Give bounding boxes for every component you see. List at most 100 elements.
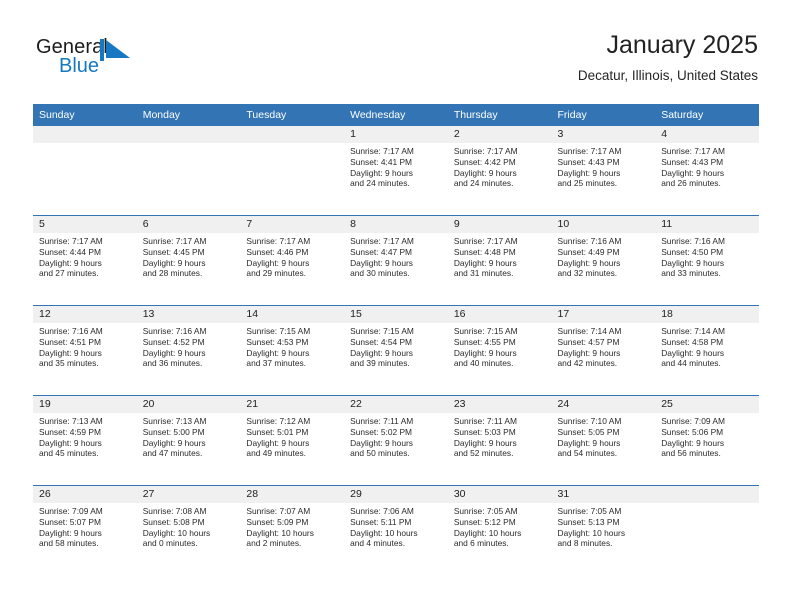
day-sun-info: Sunrise: 7:13 AM Sunset: 4:59 PM Daylight:… bbox=[33, 413, 137, 459]
calendar-day-cell[interactable]: 10 Sunrise: 7:16 AM Sunset: 4:49 PM Dayligh… bbox=[551, 215, 656, 306]
day-number bbox=[33, 126, 137, 143]
day-cell: 15 Sunrise: 7:15 AM Sunset: 4:54 PM Dayligh… bbox=[344, 306, 448, 395]
calendar-day-cell[interactable]: 30 Sunrise: 7:05 AM Sunset: 5:12 PM Dayligh… bbox=[447, 485, 552, 575]
weekday-header-thursday: Thursday bbox=[447, 104, 552, 126]
daylight-text-line1: Daylight: 9 hours bbox=[661, 167, 725, 178]
daylight-text-line2: and 42 minutes. bbox=[557, 358, 618, 369]
calendar-day-cell[interactable]: 18 Sunrise: 7:14 AM Sunset: 4:58 PM Dayligh… bbox=[655, 305, 759, 396]
day-cell-empty bbox=[136, 126, 241, 215]
calendar-day-cell[interactable] bbox=[33, 126, 137, 216]
day-number: 17 bbox=[551, 306, 656, 323]
calendar-day-cell[interactable]: 2 Sunrise: 7:17 AM Sunset: 4:42 PM Daylight… bbox=[447, 126, 552, 216]
calendar-day-cell[interactable]: 19 Sunrise: 7:13 AM Sunset: 4:59 PM Dayligh… bbox=[33, 395, 137, 486]
day-number: 30 bbox=[447, 486, 552, 503]
calendar-day-cell[interactable]: 16 Sunrise: 7:15 AM Sunset: 4:55 PM Dayligh… bbox=[447, 305, 552, 396]
daylight-text-line2: and 28 minutes. bbox=[142, 268, 203, 279]
calendar-day-cell[interactable]: 22 Sunrise: 7:11 AM Sunset: 5:02 PM Dayligh… bbox=[344, 395, 448, 486]
calendar-day-cell[interactable]: 14 Sunrise: 7:15 AM Sunset: 4:53 PM Dayligh… bbox=[240, 305, 345, 396]
day-cell: 11 Sunrise: 7:16 AM Sunset: 4:50 PM Dayligh… bbox=[655, 216, 759, 305]
calendar-day-cell[interactable]: 28 Sunrise: 7:07 AM Sunset: 5:09 PM Dayligh… bbox=[240, 485, 345, 575]
calendar-day-cell[interactable]: 27 Sunrise: 7:08 AM Sunset: 5:08 PM Dayligh… bbox=[136, 485, 241, 575]
page-subtitle: Decatur, Illinois, United States bbox=[577, 68, 758, 83]
sunrise-text: Sunrise: 7:17 AM bbox=[350, 146, 414, 156]
calendar-day-cell[interactable]: 3 Sunrise: 7:17 AM Sunset: 4:43 PM Daylight… bbox=[551, 126, 656, 216]
sunset-text: Sunset: 5:01 PM bbox=[246, 426, 309, 437]
calendar-day-cell[interactable]: 4 Sunrise: 7:17 AM Sunset: 4:43 PM Daylight… bbox=[655, 126, 759, 216]
daylight-text-line1: Daylight: 9 hours bbox=[350, 257, 413, 268]
daylight-text-line1: Daylight: 9 hours bbox=[453, 167, 517, 178]
day-sun-info: Sunrise: 7:17 AM Sunset: 4:43 PM Daylight:… bbox=[655, 143, 759, 189]
daylight-text-line2: and 45 minutes. bbox=[39, 448, 99, 459]
calendar-day-cell[interactable]: 6 Sunrise: 7:17 AM Sunset: 4:45 PM Daylight… bbox=[136, 215, 241, 306]
day-cell: 1 Sunrise: 7:17 AM Sunset: 4:41 PM Daylight… bbox=[344, 126, 448, 215]
calendar-day-cell[interactable]: 26 Sunrise: 7:09 AM Sunset: 5:07 PM Dayligh… bbox=[33, 485, 137, 575]
day-number: 29 bbox=[344, 486, 448, 503]
calendar-day-cell[interactable]: 1 Sunrise: 7:17 AM Sunset: 4:41 PM Daylight… bbox=[344, 126, 448, 216]
calendar-day-cell[interactable]: 15 Sunrise: 7:15 AM Sunset: 4:54 PM Dayligh… bbox=[344, 305, 448, 396]
day-sun-info: Sunrise: 7:08 AM Sunset: 5:08 PM Daylight:… bbox=[137, 503, 241, 549]
day-number bbox=[655, 486, 759, 503]
day-number: 15 bbox=[344, 306, 448, 323]
calendar-day-cell[interactable]: 17 Sunrise: 7:14 AM Sunset: 4:57 PM Dayligh… bbox=[551, 305, 656, 396]
daylight-text-line1: Daylight: 9 hours bbox=[142, 257, 206, 268]
day-cell: 18 Sunrise: 7:14 AM Sunset: 4:58 PM Dayligh… bbox=[655, 306, 759, 395]
calendar-day-cell[interactable]: 9 Sunrise: 7:17 AM Sunset: 4:48 PM Daylight… bbox=[447, 215, 552, 306]
calendar-day-cell[interactable]: 29 Sunrise: 7:06 AM Sunset: 5:11 PM Dayligh… bbox=[344, 485, 448, 575]
daylight-text-line2: and 49 minutes. bbox=[246, 448, 307, 459]
calendar-day-cell[interactable]: 21 Sunrise: 7:12 AM Sunset: 5:01 PM Dayligh… bbox=[240, 395, 345, 486]
sunrise-text: Sunrise: 7:16 AM bbox=[661, 236, 725, 246]
daylight-text-line2: and 24 minutes. bbox=[350, 178, 410, 189]
calendar-day-cell[interactable] bbox=[240, 126, 345, 216]
daylight-text-line2: and 0 minutes. bbox=[142, 538, 198, 549]
calendar-week-row: 12 Sunrise: 7:16 AM Sunset: 4:51 PM Dayligh… bbox=[33, 305, 759, 396]
sunset-text: Sunset: 4:57 PM bbox=[557, 336, 620, 347]
sunset-text: Sunset: 4:52 PM bbox=[142, 336, 205, 347]
day-cell: 23 Sunrise: 7:11 AM Sunset: 5:03 PM Dayligh… bbox=[447, 396, 552, 485]
day-cell: 25 Sunrise: 7:09 AM Sunset: 5:06 PM Dayligh… bbox=[655, 396, 759, 485]
calendar-day-cell[interactable]: 12 Sunrise: 7:16 AM Sunset: 4:51 PM Dayligh… bbox=[33, 305, 137, 396]
day-cell: 7 Sunrise: 7:17 AM Sunset: 4:46 PM Daylight… bbox=[240, 216, 345, 305]
sunrise-text: Sunrise: 7:15 AM bbox=[246, 326, 311, 336]
day-cell: 13 Sunrise: 7:16 AM Sunset: 4:52 PM Dayligh… bbox=[136, 306, 241, 395]
sunset-text: Sunset: 4:41 PM bbox=[350, 156, 413, 167]
calendar-day-cell[interactable]: 25 Sunrise: 7:09 AM Sunset: 5:06 PM Dayligh… bbox=[655, 395, 759, 486]
sunrise-text: Sunrise: 7:13 AM bbox=[39, 416, 103, 426]
daylight-text-line1: Daylight: 9 hours bbox=[661, 347, 725, 358]
sunset-text: Sunset: 5:03 PM bbox=[453, 426, 516, 437]
daylight-text-line2: and 6 minutes. bbox=[453, 538, 509, 549]
sunset-text: Sunset: 4:58 PM bbox=[661, 336, 724, 347]
day-sun-info: Sunrise: 7:17 AM Sunset: 4:43 PM Daylight:… bbox=[552, 143, 656, 189]
calendar-day-cell[interactable]: 24 Sunrise: 7:10 AM Sunset: 5:05 PM Dayligh… bbox=[551, 395, 656, 486]
day-cell-empty bbox=[655, 486, 759, 575]
calendar-day-cell[interactable]: 5 Sunrise: 7:17 AM Sunset: 4:44 PM Daylight… bbox=[33, 215, 137, 306]
daylight-text-line2: and 52 minutes. bbox=[453, 448, 514, 459]
sunrise-text: Sunrise: 7:17 AM bbox=[246, 236, 311, 246]
general-blue-logo[interactable]: General Blue bbox=[36, 36, 156, 82]
calendar-header-row: Sunday Monday Tuesday Wednesday Thursday… bbox=[33, 104, 759, 126]
day-sun-info: Sunrise: 7:05 AM Sunset: 5:13 PM Daylight:… bbox=[552, 503, 656, 549]
daylight-text-line2: and 27 minutes. bbox=[39, 268, 99, 279]
calendar-day-cell[interactable]: 13 Sunrise: 7:16 AM Sunset: 4:52 PM Dayligh… bbox=[136, 305, 241, 396]
day-sun-info: Sunrise: 7:17 AM Sunset: 4:42 PM Daylight:… bbox=[448, 143, 552, 189]
day-number: 18 bbox=[655, 306, 759, 323]
weekday-header-tuesday: Tuesday bbox=[240, 104, 345, 126]
daylight-text-line2: and 4 minutes. bbox=[350, 538, 406, 549]
calendar-day-cell[interactable] bbox=[655, 485, 759, 575]
weekday-header-monday: Monday bbox=[136, 104, 241, 126]
sunset-text: Sunset: 4:55 PM bbox=[453, 336, 516, 347]
calendar-day-cell[interactable]: 8 Sunrise: 7:17 AM Sunset: 4:47 PM Daylight… bbox=[344, 215, 448, 306]
sunset-text: Sunset: 4:54 PM bbox=[350, 336, 413, 347]
sunset-text: Sunset: 4:42 PM bbox=[453, 156, 516, 167]
sunrise-text: Sunrise: 7:06 AM bbox=[350, 506, 414, 516]
day-number: 8 bbox=[344, 216, 448, 233]
sunset-text: Sunset: 5:13 PM bbox=[557, 516, 620, 527]
day-sun-info: Sunrise: 7:11 AM Sunset: 5:03 PM Daylight:… bbox=[448, 413, 552, 459]
calendar-day-cell[interactable]: 31 Sunrise: 7:05 AM Sunset: 5:13 PM Dayligh… bbox=[551, 485, 656, 575]
calendar-day-cell[interactable]: 23 Sunrise: 7:11 AM Sunset: 5:03 PM Dayligh… bbox=[447, 395, 552, 486]
calendar-day-cell[interactable]: 7 Sunrise: 7:17 AM Sunset: 4:46 PM Daylight… bbox=[240, 215, 345, 306]
sunrise-text: Sunrise: 7:15 AM bbox=[350, 326, 414, 336]
calendar-day-cell[interactable]: 20 Sunrise: 7:13 AM Sunset: 5:00 PM Dayligh… bbox=[136, 395, 241, 486]
calendar-day-cell[interactable] bbox=[136, 126, 241, 216]
calendar-day-cell[interactable]: 11 Sunrise: 7:16 AM Sunset: 4:50 PM Dayligh… bbox=[655, 215, 759, 306]
daylight-text-line2: and 44 minutes. bbox=[661, 358, 721, 369]
